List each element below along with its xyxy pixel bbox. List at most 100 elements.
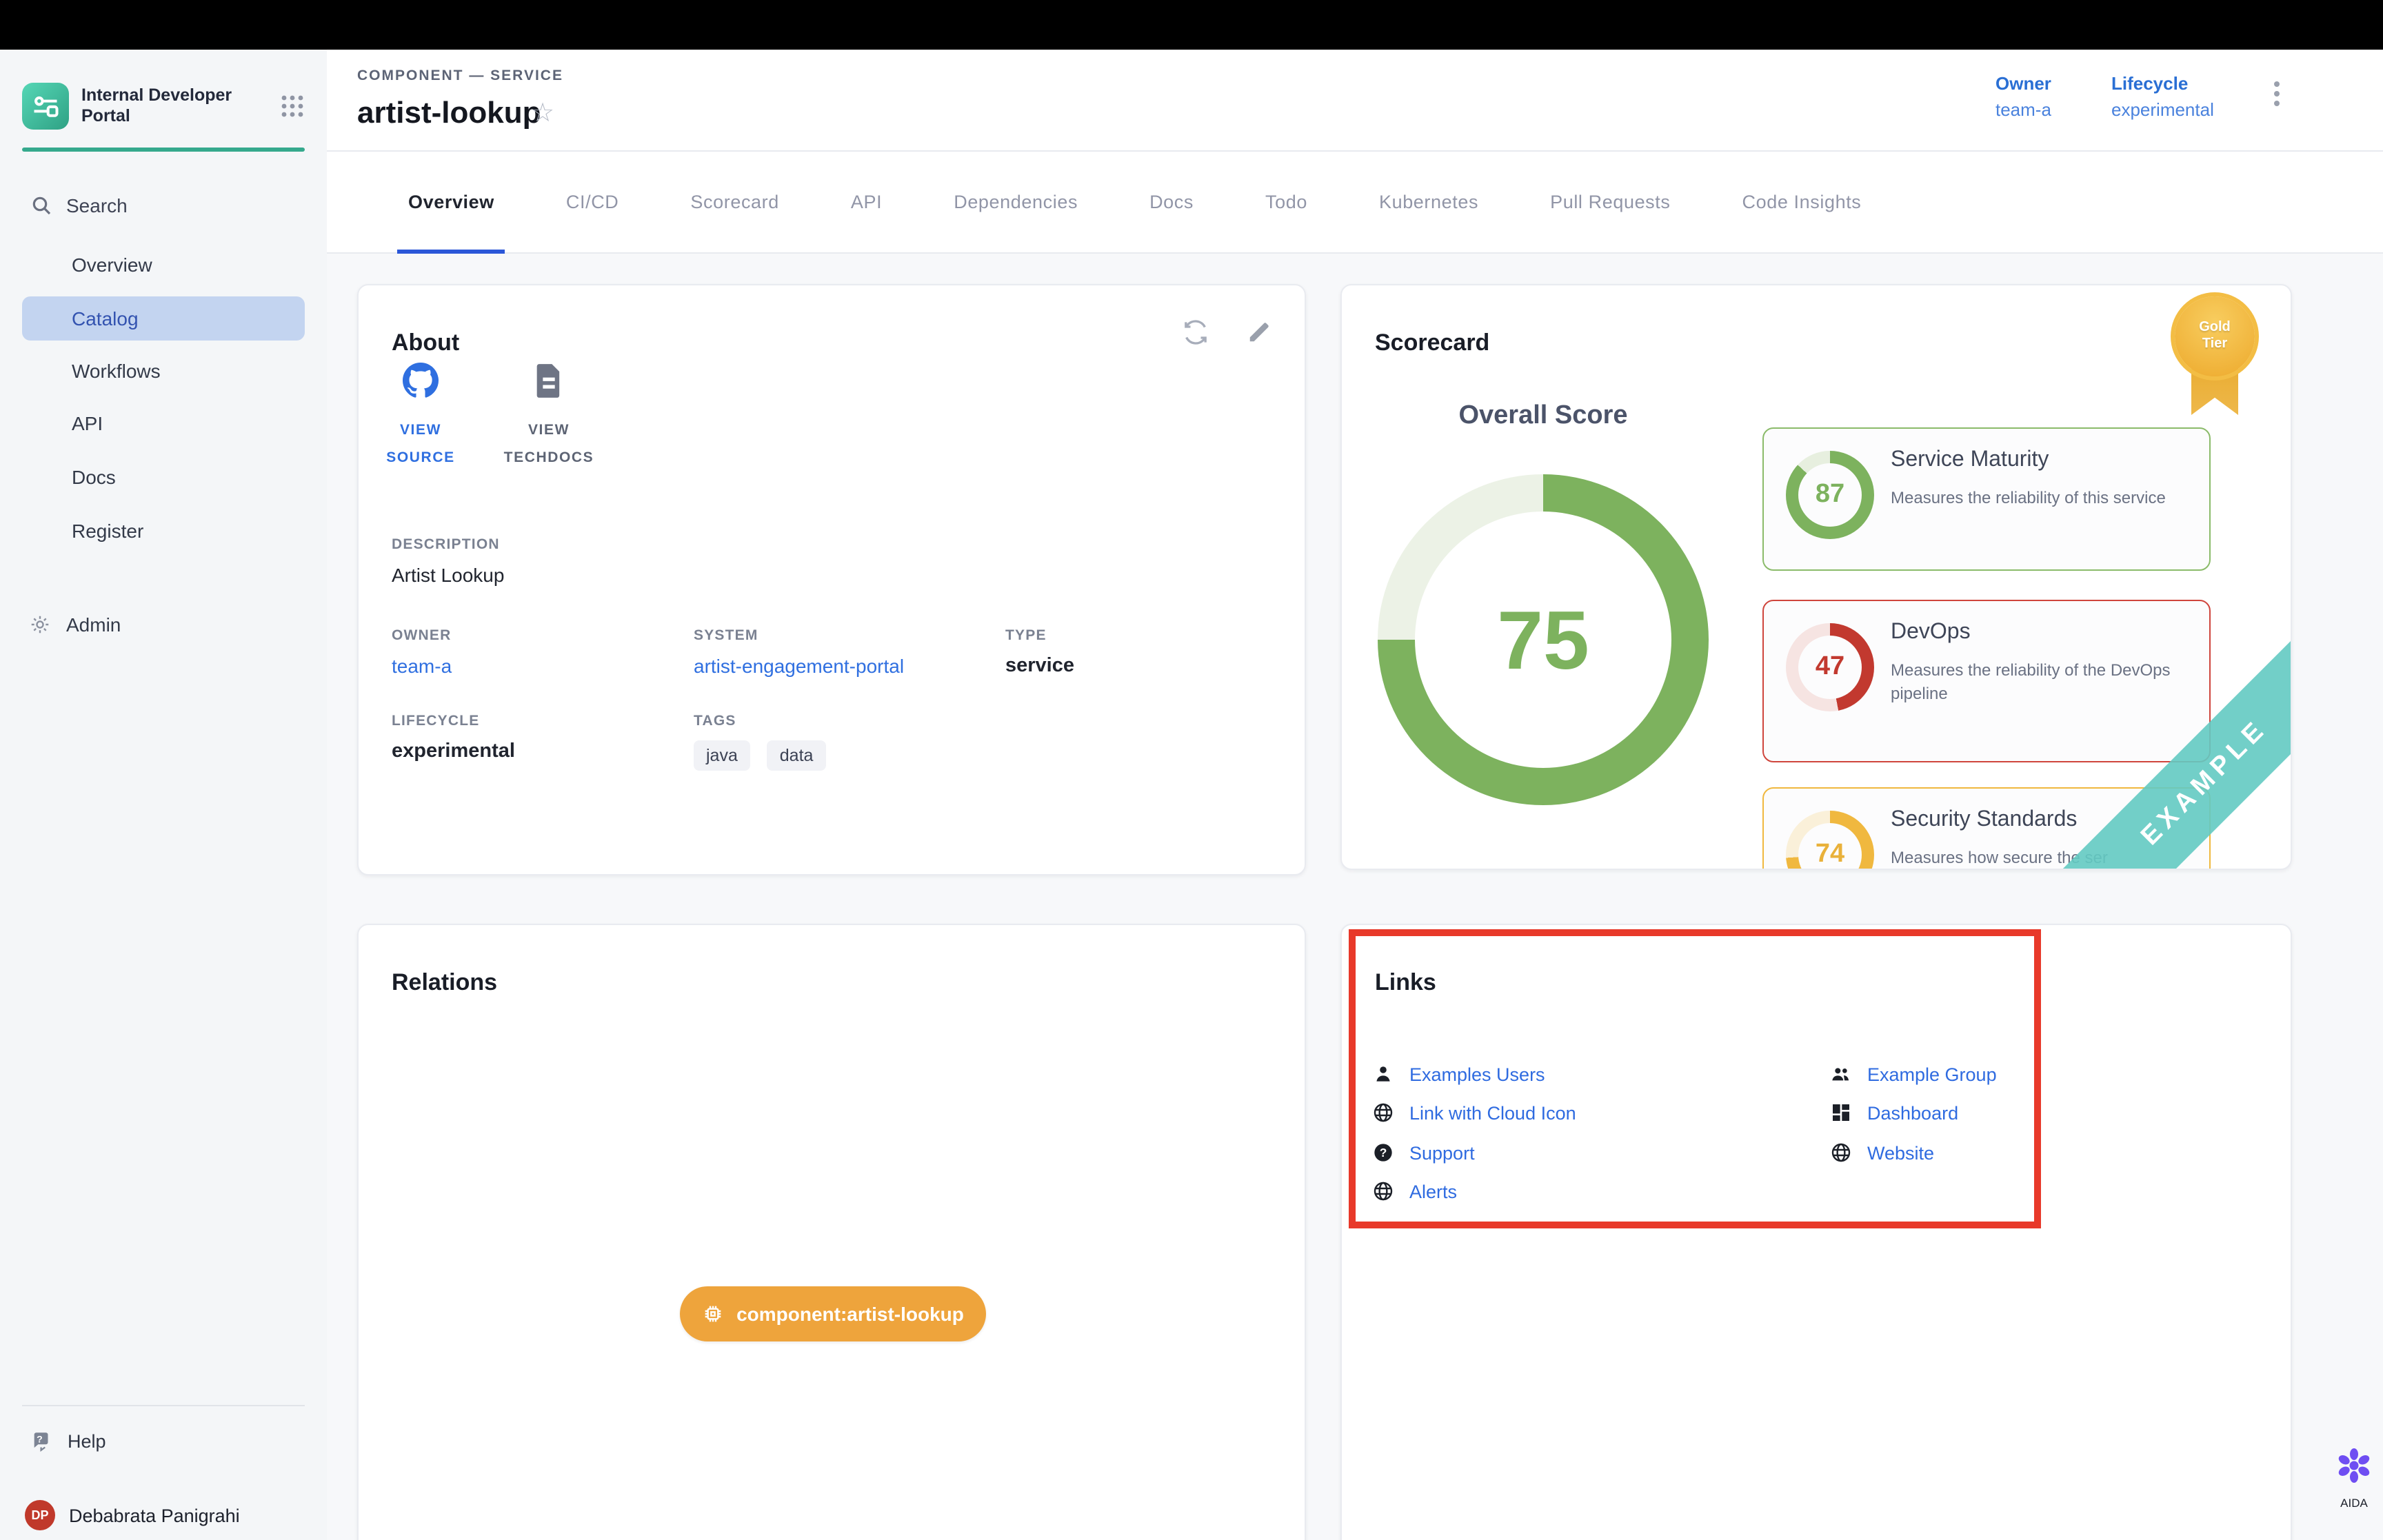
globe-icon [1372, 1180, 1394, 1202]
relations-entity-chip[interactable]: component:artist-lookup [680, 1286, 986, 1341]
view-techdocs-link[interactable]: VIEW TECHDOCS [491, 363, 607, 472]
sidebar-search[interactable]: Search [22, 188, 305, 223]
sidebar-item-docs[interactable]: Docs [22, 455, 305, 499]
tab-docs[interactable]: Docs [1114, 151, 1229, 253]
field-tags: TAGS java data [694, 713, 836, 771]
tab-pull-requests[interactable]: Pull Requests [1514, 151, 1706, 253]
more-options-icon[interactable] [2274, 77, 2280, 110]
entity-kind: COMPONENT — SERVICE [357, 68, 563, 84]
about-title: About [392, 330, 459, 357]
group-icon [1830, 1063, 1852, 1085]
techdocs-doc-icon [532, 363, 565, 398]
aida-assistant[interactable]: AIDA [2331, 1445, 2377, 1510]
lifecycle-value: experimental [392, 740, 515, 762]
tag-data[interactable]: data [767, 740, 826, 771]
github-icon [403, 363, 439, 398]
scorecard-item-devops[interactable]: 47 DevOps Measures the reliability of th… [1762, 600, 2211, 762]
search-label: Search [66, 194, 128, 216]
sidebar-item-admin[interactable]: Admin [22, 604, 305, 645]
link-examples-users[interactable]: Examples Users [1409, 1064, 1545, 1084]
link-row: Website [1830, 1139, 1934, 1166]
app-window: Internal Developer Portal Search Overvie… [0, 0, 2383, 1540]
user-icon [1372, 1063, 1394, 1085]
globe-icon [1830, 1142, 1852, 1164]
gear-icon [29, 614, 51, 636]
tab-dependencies[interactable]: Dependencies [918, 151, 1114, 253]
link-cloud-icon[interactable]: Link with Cloud Icon [1409, 1102, 1576, 1123]
relations-card: Relations component:artist-lookup [357, 924, 1306, 1540]
user-name: Debabrata Panigrahi [69, 1505, 240, 1526]
edit-pencil-icon[interactable] [1247, 318, 1277, 349]
sidebar-item-catalog[interactable]: Catalog [22, 296, 305, 341]
field-owner: OWNER team-a [392, 627, 452, 677]
sidebar-divider [22, 1405, 305, 1406]
link-support[interactable]: Support [1409, 1142, 1475, 1163]
apps-grid-icon[interactable] [280, 94, 305, 119]
link-row: ? Support [1372, 1139, 1475, 1166]
about-card: About VIEW SOURCE [357, 284, 1306, 875]
links-card: Links Examples Users Link with Cloud Ico… [1340, 924, 2292, 1540]
link-alerts[interactable]: Alerts [1409, 1181, 1457, 1202]
link-row: Alerts [1372, 1177, 1457, 1205]
favorite-star-icon[interactable]: ☆ [531, 98, 554, 130]
view-source-link[interactable]: VIEW SOURCE [378, 363, 463, 472]
chip-icon [702, 1303, 724, 1325]
page-title: artist-lookup [357, 95, 541, 131]
search-icon [30, 194, 52, 216]
globe-icon [1372, 1102, 1394, 1124]
top-black-bar [0, 0, 2383, 50]
link-example-group[interactable]: Example Group [1867, 1064, 1997, 1084]
sidebar-item-api[interactable]: API [22, 401, 305, 445]
portal-logo-icon [30, 91, 61, 121]
tab-todo[interactable]: Todo [1229, 151, 1343, 253]
security-standards-donut: 74 [1786, 811, 1874, 870]
svg-text:?: ? [37, 1433, 43, 1444]
lifecycle-meta[interactable]: Lifecycle experimental [2111, 70, 2214, 123]
tag-java[interactable]: java [694, 740, 750, 771]
owner-meta[interactable]: Owner team-a [1995, 70, 2051, 123]
tab-scorecard[interactable]: Scorecard [654, 151, 814, 253]
scorecard-title: Scorecard [1375, 330, 1489, 357]
description-value: Artist Lookup [392, 564, 504, 586]
aida-label: AIDA [2331, 1496, 2377, 1510]
entity-tabs: Overview CI/CD Scorecard API Dependencie… [327, 152, 2383, 254]
sidebar-item-overview[interactable]: Overview [22, 243, 305, 287]
devops-donut: 47 [1786, 623, 1874, 711]
help-circle-icon: ? [1372, 1142, 1394, 1164]
link-row: Link with Cloud Icon [1372, 1099, 1576, 1126]
overall-score-donut: 75 [1378, 474, 1709, 805]
help-chat-icon: ? [30, 1429, 54, 1452]
system-link[interactable]: artist-engagement-portal [694, 655, 904, 677]
dashboard-icon [1830, 1102, 1852, 1124]
tab-cicd[interactable]: CI/CD [530, 151, 655, 253]
link-row: Dashboard [1830, 1099, 1958, 1126]
sidebar: Internal Developer Portal Search Overvie… [0, 50, 328, 1540]
link-website[interactable]: Website [1867, 1142, 1934, 1163]
tab-overview[interactable]: Overview [372, 151, 530, 253]
link-dashboard[interactable]: Dashboard [1867, 1102, 1958, 1123]
user-avatar: DP [25, 1500, 55, 1530]
field-lifecycle: LIFECYCLE experimental [392, 713, 515, 762]
svg-text:?: ? [1380, 1146, 1387, 1159]
refresh-icon[interactable] [1182, 318, 1212, 349]
content-area: About VIEW SOURCE [327, 254, 2383, 1540]
sidebar-item-workflows[interactable]: Workflows [22, 349, 305, 393]
page-header: COMPONENT — SERVICE artist-lookup ☆ Owne… [327, 50, 2383, 152]
aida-flower-icon [2333, 1445, 2375, 1486]
tab-kubernetes[interactable]: Kubernetes [1343, 151, 1514, 253]
link-row: Example Group [1830, 1060, 1997, 1088]
scorecard-item-service-maturity[interactable]: 87 Service Maturity Measures the reliabi… [1762, 427, 2211, 571]
links-title: Links [1375, 969, 1436, 997]
tab-code-insights[interactable]: Code Insights [1707, 151, 1898, 253]
tab-api[interactable]: API [815, 151, 918, 253]
scorecard-card: Scorecard Gold Tier Overall Score 75 87 … [1340, 284, 2292, 870]
owner-link[interactable]: team-a [392, 655, 452, 677]
field-system: SYSTEM artist-engagement-portal [694, 627, 904, 677]
sidebar-help[interactable]: ? Help [22, 1423, 305, 1459]
type-value: service [1005, 655, 1074, 677]
field-description: DESCRIPTION Artist Lookup [392, 536, 504, 586]
sidebar-item-register[interactable]: Register [22, 509, 305, 553]
relations-title: Relations [392, 969, 497, 997]
sidebar-user[interactable]: DP Debabrata Panigrahi [22, 1497, 305, 1533]
overall-score-value: 75 [1497, 592, 1589, 687]
